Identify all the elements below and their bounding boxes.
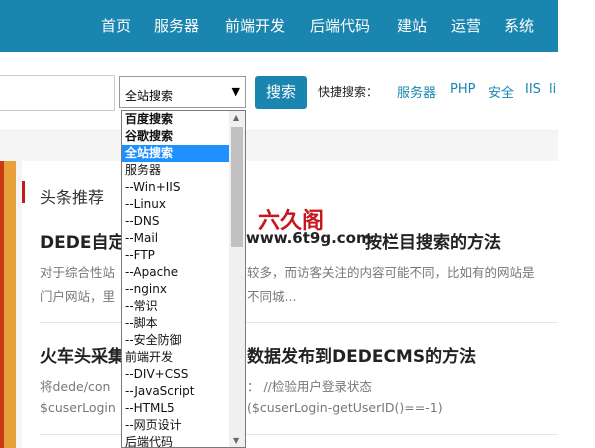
dropdown-option[interactable]: --JavaScript bbox=[122, 383, 232, 400]
search-scope-dropdown[interactable]: 百度搜索 谷歌搜索 全站搜索 服务器 --Win+IIS --Linux --D… bbox=[121, 110, 246, 448]
dropdown-option[interactable]: --FTP bbox=[122, 247, 232, 264]
article-title-2-right[interactable]: 数据发布到DEDECMS的方法 bbox=[247, 342, 476, 367]
article-text-1-line2-right: 不同城... bbox=[247, 289, 297, 304]
dropdown-option[interactable]: 服务器 bbox=[122, 162, 232, 179]
quick-link-linux[interactable]: li bbox=[549, 82, 556, 97]
dropdown-option[interactable]: --安全防御 bbox=[122, 332, 232, 349]
dropdown-option[interactable]: --nginx bbox=[122, 281, 232, 298]
dropdown-option[interactable]: --Win+IIS bbox=[122, 179, 232, 196]
left-banner-accent bbox=[0, 161, 4, 448]
dropdown-option[interactable]: 谷歌搜索 bbox=[122, 128, 232, 145]
nav-item-backend[interactable]: 后端代码 bbox=[310, 15, 370, 36]
article-text-1-line1-left: 对于综合性站 bbox=[40, 265, 116, 280]
nav-item-frontend[interactable]: 前端开发 bbox=[225, 15, 285, 36]
dropdown-option[interactable]: 后端代码 bbox=[122, 434, 232, 447]
search-scope-value: 全站搜索 bbox=[125, 89, 174, 103]
dropdown-option[interactable]: --HTML5 bbox=[122, 400, 232, 417]
article-title-1-right[interactable]: 按栏目搜索的方法 bbox=[365, 228, 501, 253]
top-navigation: 首页 服务器 前端开发 后端代码 建站 运营 系统 bbox=[0, 0, 558, 52]
quick-link-security[interactable]: 安全 bbox=[488, 82, 514, 101]
nav-item-system[interactable]: 系统 bbox=[504, 15, 534, 36]
article-text-1-line1-right: 较多，而访客关注的内容可能不同，比如有的网站是 bbox=[247, 265, 535, 280]
article-text-2-line1-left: 将dede/con bbox=[40, 379, 111, 394]
dropdown-option[interactable]: 百度搜索 bbox=[122, 111, 232, 128]
nav-item-site-build[interactable]: 建站 bbox=[397, 15, 427, 36]
article-title-1-left[interactable]: DEDE自定 bbox=[40, 228, 125, 253]
scroll-up-icon[interactable]: ▲ bbox=[233, 113, 239, 122]
quick-link-server[interactable]: 服务器 bbox=[397, 82, 436, 101]
dropdown-option[interactable]: --常识 bbox=[122, 298, 232, 315]
quick-link-iis[interactable]: IIS bbox=[525, 82, 541, 97]
nav-item-home[interactable]: 首页 bbox=[101, 15, 131, 36]
dropdown-option[interactable]: --网页设计 bbox=[122, 417, 232, 434]
quick-search-label: 快捷搜索： bbox=[318, 85, 379, 99]
nav-item-server[interactable]: 服务器 bbox=[154, 15, 199, 36]
dropdown-option[interactable]: --Linux bbox=[122, 196, 232, 213]
article-title-2-left[interactable]: 火车头采集 bbox=[40, 342, 125, 367]
dropdown-option[interactable]: --Apache bbox=[122, 264, 232, 281]
article-divider bbox=[40, 322, 558, 323]
section-title-bar bbox=[22, 181, 25, 203]
dropdown-option[interactable]: --Mail bbox=[122, 230, 232, 247]
article-divider bbox=[40, 434, 558, 435]
scrollbar-thumb[interactable] bbox=[231, 127, 243, 247]
dropdown-option-selected[interactable]: 全站搜索 bbox=[122, 145, 232, 162]
chevron-down-icon: ▼ bbox=[231, 85, 240, 98]
article-text-2-line1-right: ： //检验用户登录状态 bbox=[247, 379, 372, 394]
dropdown-option[interactable]: --脚本 bbox=[122, 315, 232, 332]
nav-item-operations[interactable]: 运营 bbox=[451, 15, 481, 36]
search-scope-select[interactable]: 全站搜索 ▼ bbox=[119, 76, 246, 108]
page-right-margin bbox=[558, 0, 595, 448]
article-text-1-line2-left: 门户网站，里 bbox=[40, 289, 116, 304]
search-button[interactable]: 搜索 bbox=[255, 76, 307, 109]
dropdown-option[interactable]: 前端开发 bbox=[122, 349, 232, 366]
article-text-2-line2-left: $cuserLogin bbox=[40, 400, 116, 415]
quick-link-php[interactable]: PHP bbox=[450, 82, 475, 97]
scroll-down-icon[interactable]: ▼ bbox=[233, 436, 239, 445]
article-text-2-line2-right: ($cuserLogin-getUserID()==-1) bbox=[247, 400, 443, 415]
article-title-1-overlap: www.6t9g.com bbox=[246, 229, 372, 247]
dropdown-option[interactable]: --DNS bbox=[122, 213, 232, 230]
section-title: 头条推荐 bbox=[40, 188, 105, 207]
dropdown-scrollbar[interactable]: ▲ ▼ bbox=[229, 111, 245, 447]
dropdown-option[interactable]: --DIV+CSS bbox=[122, 366, 232, 383]
search-input[interactable] bbox=[0, 75, 115, 111]
